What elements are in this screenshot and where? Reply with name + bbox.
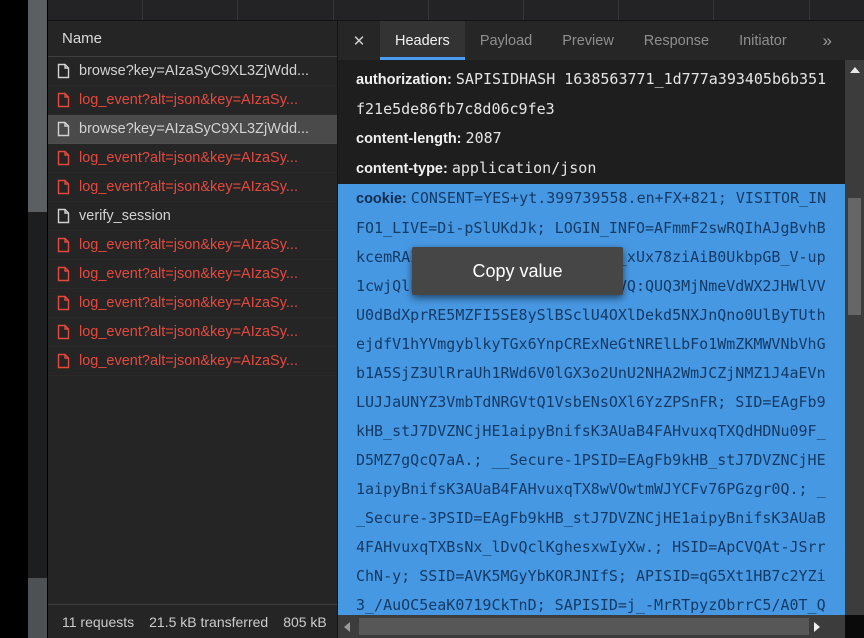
file-icon	[57, 121, 70, 137]
request-row[interactable]: log_event?alt=json&key=AIzaSy...	[48, 86, 337, 115]
request-name: log_event?alt=json&key=AIzaSy...	[79, 295, 298, 311]
tab-label: Headers	[395, 33, 450, 49]
tab-initiator[interactable]: Initiator	[724, 21, 802, 60]
headers-content: authorization: SAPISIDHASH 1638563771_1d…	[338, 60, 845, 615]
file-icon	[57, 324, 70, 340]
header-value: application/json	[452, 159, 597, 177]
file-icon	[57, 237, 70, 253]
tab-label: Payload	[480, 33, 532, 49]
network-summary-bar: 11 requests 21.5 kB transferred 805 kB	[48, 604, 337, 638]
request-name: log_event?alt=json&key=AIzaSy...	[79, 324, 298, 340]
tab-preview[interactable]: Preview	[547, 21, 629, 60]
header-authorization[interactable]: authorization: SAPISIDHASH 1638563771_1d…	[356, 65, 833, 124]
file-icon	[57, 353, 70, 369]
request-rows: browse?key=AIzaSyC9XL3ZjWdd... log_event?…	[48, 57, 337, 376]
request-name: browse?key=AIzaSyC9XL3ZjWdd...	[79, 121, 309, 137]
request-row[interactable]: log_event?alt=json&key=AIzaSy...	[48, 289, 337, 318]
request-row[interactable]: log_event?alt=json&key=AIzaSy...	[48, 260, 337, 289]
request-name: log_event?alt=json&key=AIzaSy...	[79, 266, 298, 282]
file-icon	[57, 63, 70, 79]
devtools-window: Name browse?key=AIzaSyC9XL3ZjWdd... log_e…	[48, 0, 864, 638]
request-name: log_event?alt=json&key=AIzaSy...	[79, 150, 298, 166]
copy-value-menu-item[interactable]: Copy value	[472, 261, 562, 282]
file-icon	[57, 179, 70, 195]
request-row[interactable]: verify_session	[48, 202, 337, 231]
file-icon	[57, 150, 70, 166]
resources-size: 805 kB	[283, 614, 327, 630]
file-icon	[57, 92, 70, 108]
filmstrip-frame[interactable]	[143, 0, 237, 20]
filmstrip-frame[interactable]	[48, 0, 142, 20]
request-row[interactable]: browse?key=AIzaSyC9XL3ZjWdd...	[48, 57, 337, 86]
filmstrip-frame[interactable]	[429, 0, 523, 20]
header-name: cookie:	[356, 191, 411, 207]
header-name: content-length:	[356, 131, 466, 147]
tab-label: Initiator	[739, 33, 787, 49]
file-icon	[57, 266, 70, 282]
page-scrollbar[interactable]	[28, 0, 47, 638]
scroll-right-button[interactable]	[808, 615, 826, 638]
request-name: log_event?alt=json&key=AIzaSy...	[79, 179, 298, 195]
horizontal-scrollbar[interactable]	[338, 615, 845, 638]
filmstrip-frame[interactable]	[810, 0, 864, 20]
request-details-panel: ✕ Headers Payload Preview Response Initiator…	[338, 21, 864, 638]
request-name: log_event?alt=json&key=AIzaSy...	[79, 353, 298, 369]
more-tabs-button[interactable]: »	[823, 31, 832, 51]
request-row[interactable]: log_event?alt=json&key=AIzaSy...	[48, 231, 337, 260]
request-row[interactable]: log_event?alt=json&key=AIzaSy...	[48, 173, 337, 202]
transferred-size: 21.5 kB transferred	[149, 614, 268, 630]
requests-count: 11 requests	[62, 614, 134, 630]
header-content-length[interactable]: content-length: 2087	[356, 124, 833, 154]
request-name: log_event?alt=json&key=AIzaSy...	[79, 237, 298, 253]
filmstrip-frame[interactable]	[524, 0, 618, 20]
file-icon	[57, 295, 70, 311]
horizontal-scrollbar-thumb[interactable]	[359, 618, 809, 635]
chevron-double-right-icon: »	[823, 31, 832, 50]
filmstrip-frame[interactable]	[238, 0, 332, 20]
vertical-scrollbar[interactable]	[845, 60, 864, 633]
tab-label: Response	[644, 33, 709, 49]
name-column-label: Name	[62, 30, 102, 47]
request-row[interactable]: log_event?alt=json&key=AIzaSy...	[48, 144, 337, 173]
network-overview-strip[interactable]	[48, 0, 864, 21]
scroll-left-button[interactable]	[338, 615, 356, 638]
scroll-left-icon	[344, 622, 350, 632]
devtools-screenshot: Name browse?key=AIzaSyC9XL3ZjWdd... log_e…	[0, 0, 864, 638]
scroll-up-button[interactable]	[845, 62, 864, 78]
request-name: log_event?alt=json&key=AIzaSy...	[79, 92, 298, 108]
page-scrollbar-bottom[interactable]	[28, 578, 47, 638]
tab-headers[interactable]: Headers	[380, 21, 465, 60]
header-content-type[interactable]: content-type: application/json	[356, 154, 833, 184]
network-request-list-panel: Name browse?key=AIzaSyC9XL3ZjWdd... log_e…	[48, 21, 338, 638]
request-row[interactable]: log_event?alt=json&key=AIzaSy...	[48, 318, 337, 347]
header-value: 2087	[466, 129, 502, 147]
tab-response[interactable]: Response	[629, 21, 724, 60]
request-name: browse?key=AIzaSyC9XL3ZjWdd...	[79, 63, 309, 79]
filmstrip-frame[interactable]	[714, 0, 808, 20]
close-details-button[interactable]: ✕	[338, 21, 380, 60]
filmstrip-frame[interactable]	[619, 0, 713, 20]
request-row[interactable]: log_event?alt=json&key=AIzaSy...	[48, 347, 337, 376]
filmstrip-frame[interactable]	[334, 0, 428, 20]
header-name: content-type:	[356, 161, 452, 177]
header-name: authorization:	[356, 72, 456, 88]
context-menu: Copy value	[412, 247, 623, 295]
vertical-scrollbar-thumb[interactable]	[848, 198, 861, 315]
tab-label: Preview	[562, 33, 614, 49]
request-row[interactable]: browse?key=AIzaSyC9XL3ZjWdd...	[48, 115, 337, 144]
details-tabs: Headers Payload Preview Response Initiator	[380, 21, 802, 60]
details-tabbar: ✕ Headers Payload Preview Response Initiator…	[338, 21, 864, 60]
page-scrollbar-thumb[interactable]	[28, 0, 47, 212]
tab-payload[interactable]: Payload	[465, 21, 547, 60]
file-icon	[57, 208, 70, 224]
scroll-up-icon	[850, 67, 860, 73]
request-name: verify_session	[79, 208, 171, 224]
scrollbar-corner	[845, 615, 864, 638]
name-column-header[interactable]: Name	[48, 21, 337, 57]
close-icon: ✕	[353, 32, 366, 50]
scroll-right-icon	[814, 622, 820, 632]
